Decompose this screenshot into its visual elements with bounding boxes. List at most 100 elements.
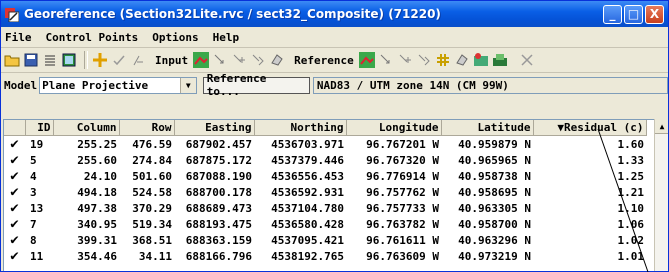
cell-easting: 687875.172	[185, 153, 252, 167]
reference-stack-icon[interactable]	[492, 52, 508, 68]
cell-easting: 688363.159	[185, 233, 252, 247]
reference-view-icon[interactable]	[358, 52, 375, 68]
cell-easting: 688193.475	[185, 217, 252, 231]
table-icon[interactable]	[61, 52, 77, 68]
col-header-northing[interactable]: Northing	[254, 120, 347, 136]
cell-residual: 1.06	[617, 217, 645, 231]
table-row[interactable]: ✔ 7 340.95 519.34 688193.475 4536580.428 96.76…	[4, 216, 646, 232]
model-select[interactable]: Plane Projective ▼	[39, 76, 197, 94]
cell-latitude: 40.963305 N	[458, 201, 531, 215]
input-add-icon[interactable]	[231, 52, 247, 68]
model-row: Model Plane Projective ▼ Reference to...…	[1, 72, 668, 98]
cell-northing: 4536556.453	[271, 169, 344, 183]
table-row[interactable]: ✔ 4 24.10 501.60 687088.190 4536556.453 96.776…	[4, 168, 646, 184]
reference-hash-icon[interactable]	[435, 52, 451, 68]
cell-column: 24.10	[83, 169, 117, 183]
minimize-button[interactable]: _	[603, 4, 622, 24]
scroll-up-icon[interactable]: ▲	[655, 119, 668, 134]
reference-add-icon[interactable]	[397, 52, 413, 68]
table-row[interactable]: ✔ 3 494.18 524.58 688700.178 4536592.931 96.75…	[4, 184, 646, 200]
delete-point-icon[interactable]	[130, 52, 146, 68]
menu-control-points[interactable]: Control Points	[46, 31, 139, 44]
cell-column: 497.38	[77, 201, 117, 215]
row-checkmark[interactable]: ✔	[4, 232, 25, 248]
col-header-longitude[interactable]: Longitude	[346, 120, 442, 136]
cell-column: 354.46	[77, 249, 117, 263]
cancel-x-icon[interactable]	[519, 52, 535, 68]
save-icon[interactable]	[23, 52, 39, 68]
cell-northing: 4536592.931	[271, 185, 344, 199]
cell-residual: 1.25	[617, 169, 645, 183]
table-row[interactable]: ✔ 11 354.46 34.11 688166.796 4538192.765 96.76…	[4, 248, 646, 264]
input-view-icon[interactable]	[193, 52, 210, 68]
cell-id: 5	[30, 153, 37, 167]
chevron-down-icon[interactable]: ▼	[179, 77, 196, 93]
table-row[interactable]: ✔ 5 255.60 274.84 687875.172 4537379.446 96.76…	[4, 152, 646, 168]
cell-easting: 687902.457	[185, 137, 252, 151]
cell-column: 399.31	[77, 233, 117, 247]
row-checkmark[interactable]: ✔	[4, 168, 25, 184]
title-bar[interactable]: Georeference (Section32Lite.rvc / sect32…	[1, 1, 668, 27]
row-checkmark[interactable]: ✔	[4, 152, 25, 168]
row-checkmark[interactable]: ✔	[4, 184, 25, 200]
cell-residual: 1.01	[617, 249, 645, 263]
reference-image-icon[interactable]	[473, 52, 489, 68]
col-header-residual[interactable]: ▼Residual (c)	[533, 120, 647, 136]
reference-move-icon[interactable]	[416, 52, 432, 68]
vertical-scrollbar[interactable]: ▲	[654, 119, 668, 271]
cell-latitude: 40.959879 N	[458, 137, 531, 151]
cell-row: 476.59	[132, 137, 172, 151]
row-checkmark[interactable]: ✔	[4, 136, 25, 152]
crosshair-icon[interactable]	[92, 52, 108, 68]
table-row[interactable]: ✔ 8 399.31 368.51 688363.159 4537095.421 96.76…	[4, 232, 646, 248]
toolbar-separator	[84, 51, 88, 69]
cell-latitude: 40.973219 N	[458, 249, 531, 263]
table-row[interactable]: ✔ 13 497.38 370.29 688689.473 4537104.780 96.7…	[4, 200, 646, 216]
reference-to-button[interactable]: Reference to...	[202, 72, 310, 98]
cell-latitude: 40.958700 N	[458, 217, 531, 231]
input-arrow-icon[interactable]	[212, 52, 228, 68]
col-header-column[interactable]: Column	[53, 120, 120, 136]
cell-longitude: 96.763609 W	[366, 249, 439, 263]
cell-row: 501.60	[132, 169, 172, 183]
table-row[interactable]: ✔ 19 255.25 476.59 687902.457 4536703.971 96.7…	[4, 136, 646, 152]
model-select-value: Plane Projective	[42, 78, 149, 92]
cell-column: 340.95	[77, 217, 117, 231]
col-header-row[interactable]: Row	[119, 120, 175, 136]
menu-help[interactable]: Help	[213, 31, 240, 44]
row-checkmark[interactable]: ✔	[4, 248, 25, 264]
georeference-window: Georeference (Section32Lite.rvc / sect32…	[0, 0, 669, 272]
col-header-check[interactable]	[4, 120, 26, 136]
input-delete-icon[interactable]	[269, 52, 285, 68]
cell-id: 4	[30, 169, 37, 183]
input-move-icon[interactable]	[250, 52, 266, 68]
row-checkmark[interactable]: ✔	[4, 200, 25, 216]
reference-delete-icon[interactable]	[454, 52, 470, 68]
cell-id: 7	[30, 217, 37, 231]
menu-options[interactable]: Options	[152, 31, 198, 44]
input-label: Input	[155, 53, 189, 67]
cell-column: 255.60	[77, 153, 117, 167]
check-icon[interactable]	[111, 52, 127, 68]
cell-row: 368.51	[132, 233, 172, 247]
cell-id: 19	[30, 137, 44, 151]
open-icon[interactable]	[4, 52, 20, 68]
cell-residual: 1.10	[617, 201, 645, 215]
reference-arrow-icon[interactable]	[378, 52, 394, 68]
col-header-easting[interactable]: Easting	[174, 120, 255, 136]
window-title: Georeference (Section32Lite.rvc / sect32…	[24, 7, 441, 21]
maximize-button[interactable]: □	[624, 4, 643, 24]
row-checkmark[interactable]: ✔	[4, 216, 25, 232]
col-header-id[interactable]: ID	[25, 120, 54, 136]
cell-northing: 4536703.971	[271, 137, 344, 151]
col-header-latitude[interactable]: Latitude	[441, 120, 534, 136]
menu-file[interactable]: File	[5, 31, 32, 44]
cell-row: 274.84	[132, 153, 172, 167]
list-icon[interactable]	[42, 52, 58, 68]
cell-row: 370.29	[132, 201, 172, 215]
close-button[interactable]: X	[645, 4, 664, 24]
cell-id: 11	[30, 249, 44, 263]
cell-longitude: 96.763782 W	[366, 217, 439, 231]
cell-longitude: 96.761611 W	[366, 233, 439, 247]
cell-residual: 1.60	[617, 137, 645, 151]
